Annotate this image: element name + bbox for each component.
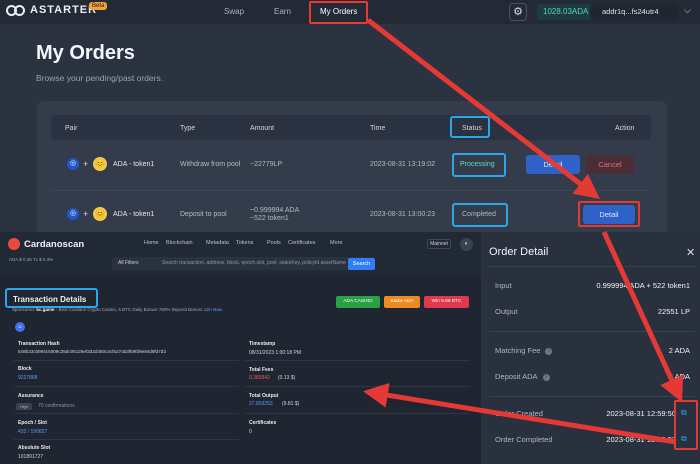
arrow-to-links	[601, 230, 684, 403]
arrow-to-transaction	[363, 382, 677, 445]
arrow-to-detail	[366, 18, 600, 200]
annotation-arrows	[363, 18, 684, 445]
